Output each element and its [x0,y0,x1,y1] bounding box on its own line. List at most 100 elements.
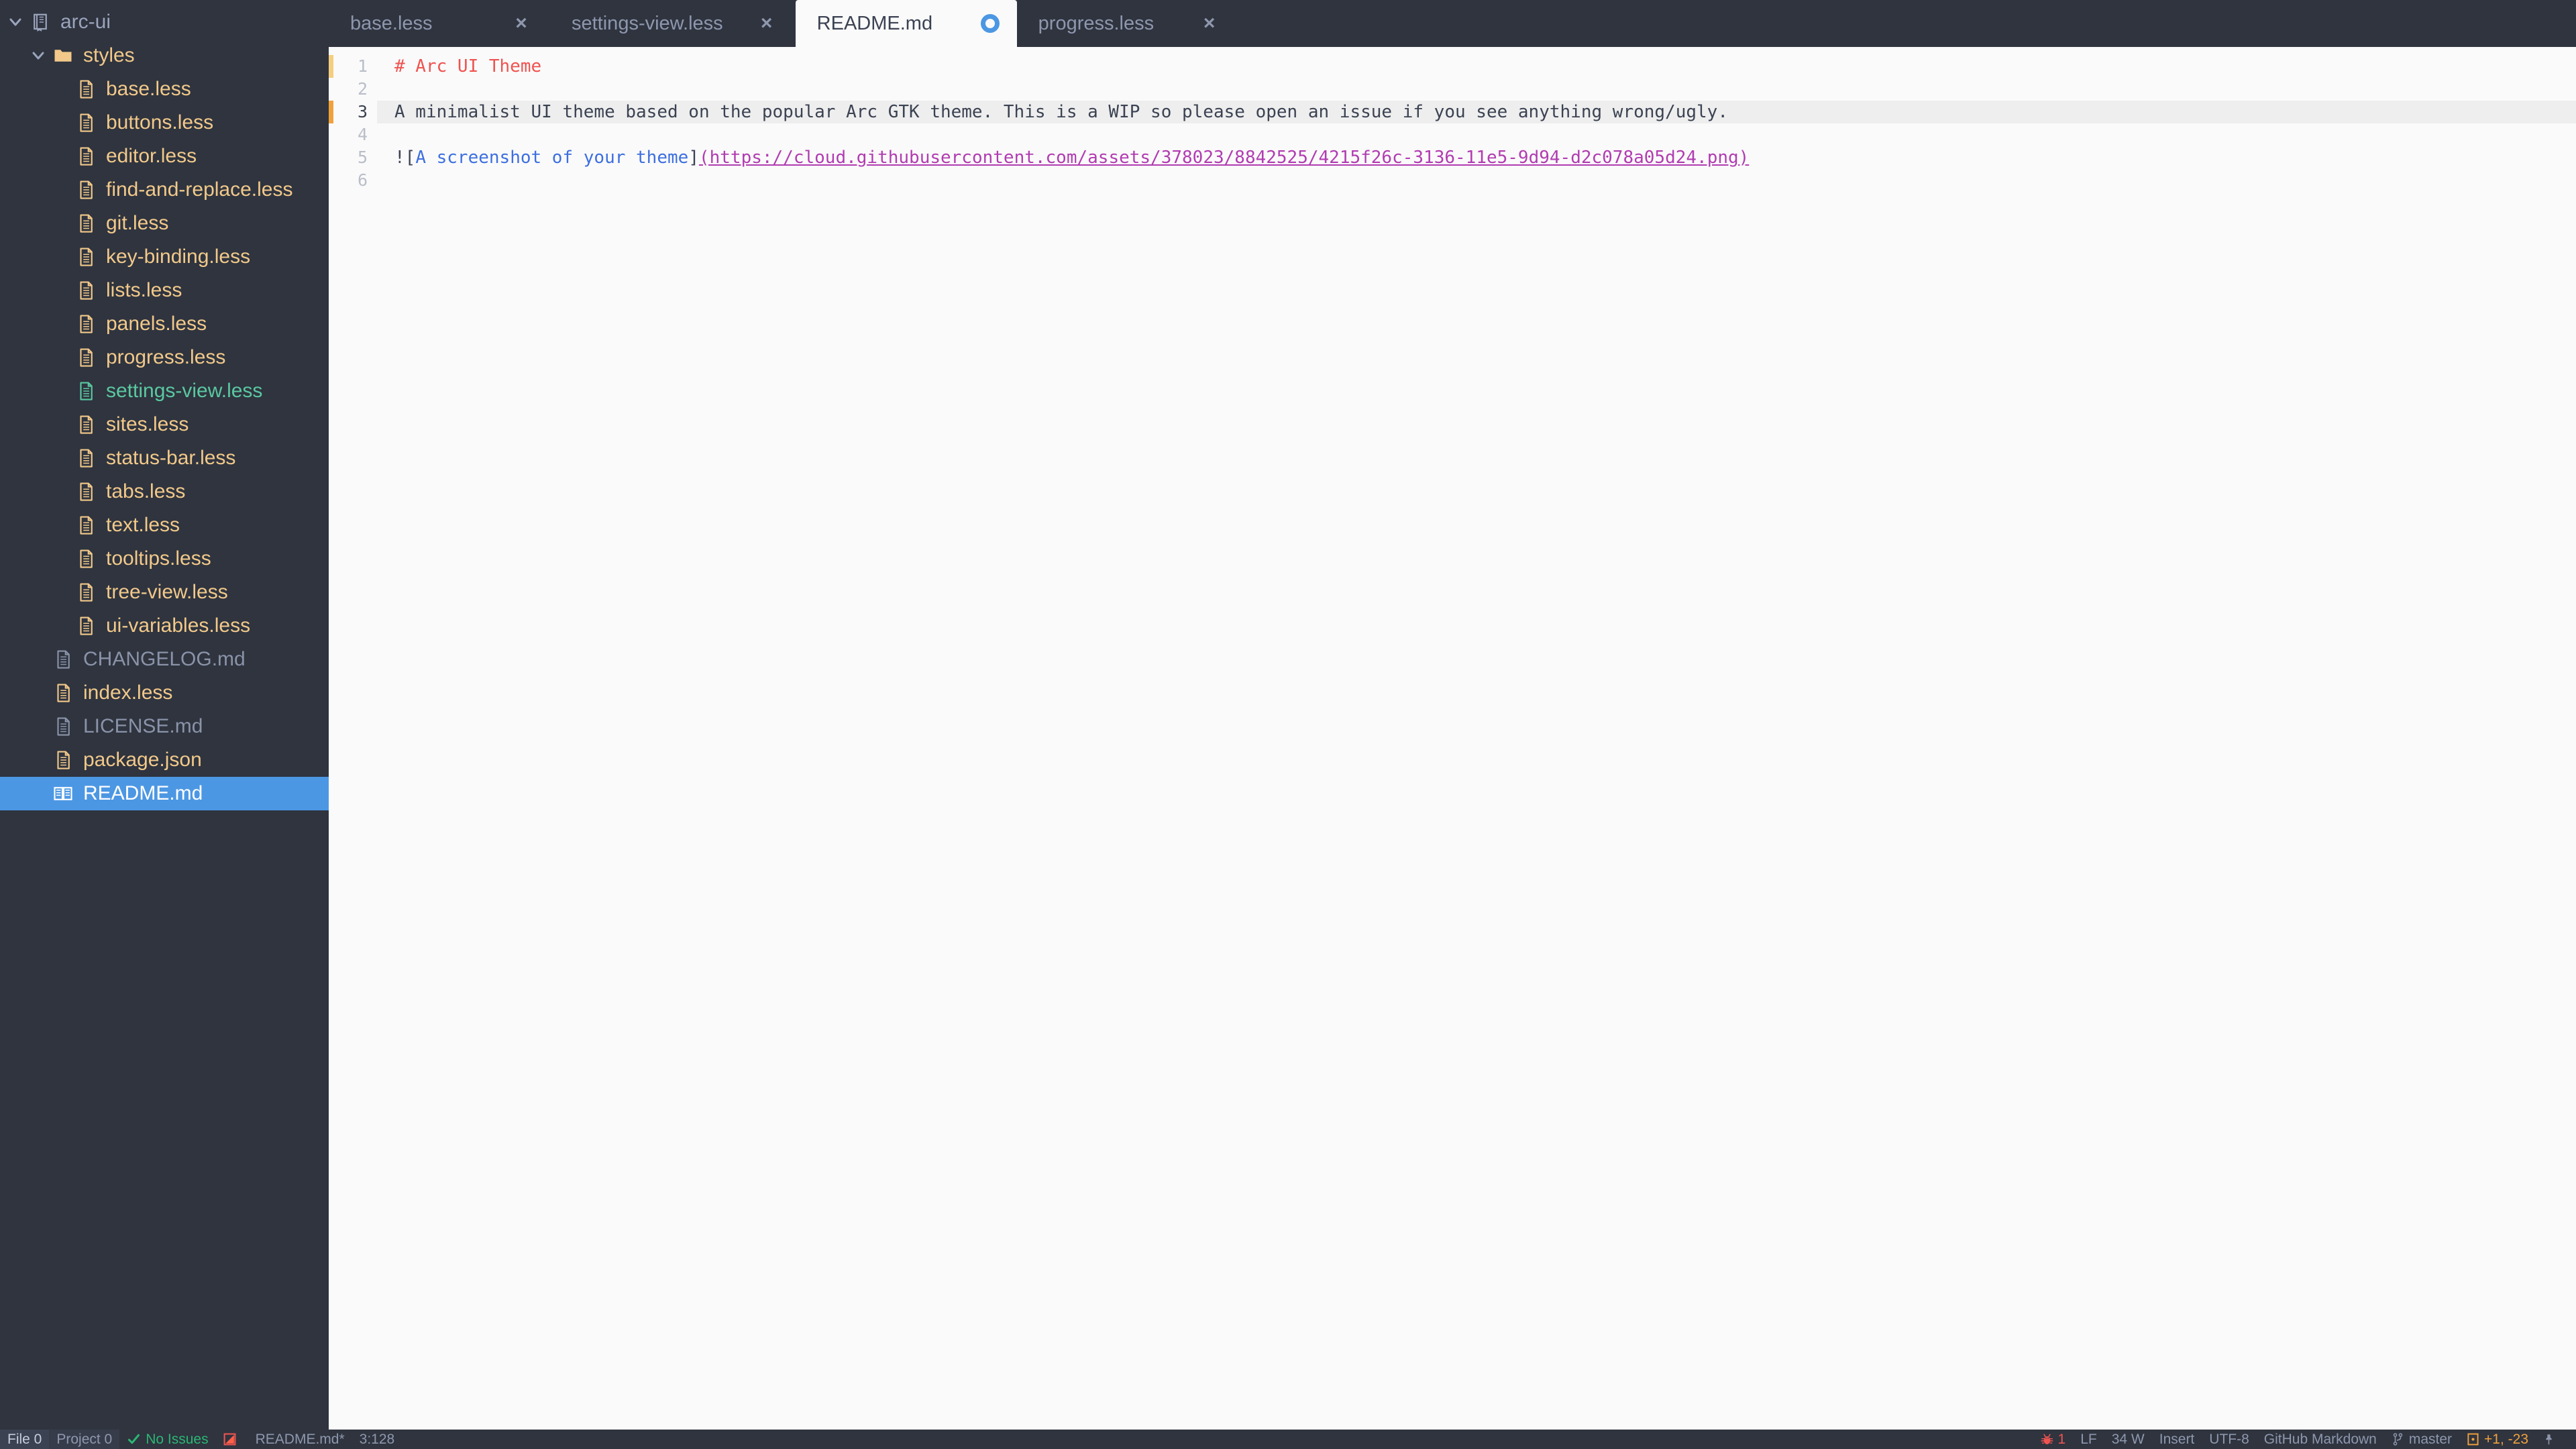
tree-item-lists-less[interactable]: lists.less [0,274,329,307]
tree-item-base-less[interactable]: base.less [0,72,329,106]
editor-mode[interactable]: Insert [2152,1430,2202,1449]
tree-item-label: settings-view.less [106,380,263,402]
tree-root-arc-ui[interactable]: arc-ui [0,5,329,39]
file-encoding-label: UTF-8 [2209,1432,2249,1447]
code-line[interactable] [377,123,2576,146]
linter-status[interactable]: No Issues [119,1430,215,1449]
tree-item-label: CHANGELOG.md [83,648,246,670]
tree-item-label: git.less [106,212,169,234]
git-branch[interactable]: master [2384,1430,2459,1449]
line-number-text: 6 [357,170,368,190]
document-icon [50,649,76,669]
word-count-label: 34 W [2111,1432,2145,1447]
line-ending-label: LF [2080,1432,2097,1447]
file-path[interactable]: README.md* [248,1430,352,1449]
code-token: # Arc UI Theme [394,56,542,76]
line-number-gutter[interactable]: 1 2 3 4 5 6 [329,47,377,1430]
cursor-position[interactable]: 3:128 [352,1430,402,1449]
tree-item-ui-variables-less[interactable]: ui-variables.less [0,609,329,643]
editor-mode-label: Insert [2159,1432,2195,1447]
project-count-label: Project 0 [56,1432,113,1447]
tree-item-label: LICENSE.md [83,715,203,737]
git-diff[interactable]: +1, -23 [2459,1430,2536,1449]
bug-count[interactable]: 1 [2033,1430,2074,1449]
line-number[interactable]: 6 [329,169,377,192]
tree-item-tree-view-less[interactable]: tree-view.less [0,576,329,609]
line-number[interactable]: 4 [329,123,377,146]
tree-item-label: ui-variables.less [106,614,251,637]
grammar[interactable]: GitHub Markdown [2257,1430,2384,1449]
code-line[interactable] [377,78,2576,101]
tree-item-panels-less[interactable]: panels.less [0,307,329,341]
git-diff-marker-icon [329,55,333,78]
tree-view-sidebar[interactable]: arc-ui styles base.less buttons.less editor… [0,0,329,1430]
code-line[interactable]: A minimalist UI theme based on the popul… [377,101,2576,123]
document-icon [72,280,99,301]
text-editor[interactable]: 1 2 3 4 5 6 # Arc UI Theme A minimalist UI th… [329,47,2576,1430]
git-diff-marker-icon [329,101,333,123]
project-count[interactable]: Project 0 [49,1430,120,1449]
tab-modified-indicator-icon[interactable] [980,14,1000,33]
tree-item-changelog-md[interactable]: CHANGELOG.md [0,643,329,676]
document-icon [72,415,99,435]
document-icon [72,582,99,602]
tree-item-editor-less[interactable]: editor.less [0,140,329,173]
linter-toggle[interactable] [216,1430,248,1449]
file-count[interactable]: File 0 [0,1430,50,1449]
chevron-down-icon[interactable] [27,48,50,63]
tab-readme-md[interactable]: README.md [795,0,1017,47]
pin-pane[interactable] [2536,1430,2567,1449]
tree-item-status-bar-less[interactable]: status-bar.less [0,441,329,475]
tree-item-settings-view-less[interactable]: settings-view.less [0,374,329,408]
tree-item-tabs-less[interactable]: tabs.less [0,475,329,508]
code-line[interactable]: # Arc UI Theme [377,55,2576,78]
tab-base-less[interactable]: base.less × [329,0,550,47]
tree-item-styles[interactable]: styles [0,39,329,72]
tree-item-key-binding-less[interactable]: key-binding.less [0,240,329,274]
tree-item-label: progress.less [106,346,226,368]
tab-bar[interactable]: base.less × settings-view.less × README.md pr… [329,0,2576,47]
tree-item-label: README.md [83,782,203,804]
file-encoding[interactable]: UTF-8 [2202,1430,2257,1449]
code-content[interactable]: # Arc UI Theme A minimalist UI theme bas… [377,47,2576,1430]
tree-item-readme-md[interactable]: README.md [0,777,329,810]
close-icon[interactable]: × [1198,12,1221,35]
line-ending[interactable]: LF [2073,1430,2104,1449]
tree-item-license-md[interactable]: LICENSE.md [0,710,329,743]
tree-item-progress-less[interactable]: progress.less [0,341,329,374]
line-number[interactable]: 5 [329,146,377,169]
document-icon [72,79,99,99]
tab-progress-less[interactable]: progress.less × [1017,0,1238,47]
document-icon [50,683,76,703]
document-icon [72,448,99,468]
code-token: A screenshot of your theme [415,148,689,168]
line-number-text: 3 [357,102,368,121]
cursor-position-label: 3:128 [359,1432,395,1447]
tree-item-label: editor.less [106,145,197,167]
close-icon[interactable]: × [755,12,778,35]
tree-item-label: status-bar.less [106,447,236,469]
document-icon [72,616,99,636]
chevron-down-icon[interactable] [4,15,27,30]
tree-item-package-json[interactable]: package.json [0,743,329,777]
tree-item-index-less[interactable]: index.less [0,676,329,710]
line-number[interactable]: 2 [329,78,377,101]
tree-item-tooltips-less[interactable]: tooltips.less [0,542,329,576]
line-number[interactable]: 1 [329,55,377,78]
tree-item-find-and-replace-less[interactable]: find-and-replace.less [0,173,329,207]
tree-item-label: lists.less [106,279,182,301]
word-count[interactable]: 34 W [2104,1430,2152,1449]
line-number[interactable]: 3 [329,101,377,123]
code-line[interactable] [377,169,2576,192]
atom-window: arc-ui styles base.less buttons.less editor… [0,0,2576,1449]
code-line[interactable]: ![A screenshot of your theme](https://cl… [377,146,2576,169]
tree-item-buttons-less[interactable]: buttons.less [0,106,329,140]
tree-item-text-less[interactable]: text.less [0,508,329,542]
close-icon[interactable]: × [510,12,533,35]
tab-settings-view-less[interactable]: settings-view.less × [550,0,796,47]
tree-item-sites-less[interactable]: sites.less [0,408,329,441]
line-number-text: 1 [357,56,368,76]
tree-item-git-less[interactable]: git.less [0,207,329,240]
file-path-label: README.md* [255,1432,345,1447]
file-count-label: File 0 [7,1432,42,1447]
